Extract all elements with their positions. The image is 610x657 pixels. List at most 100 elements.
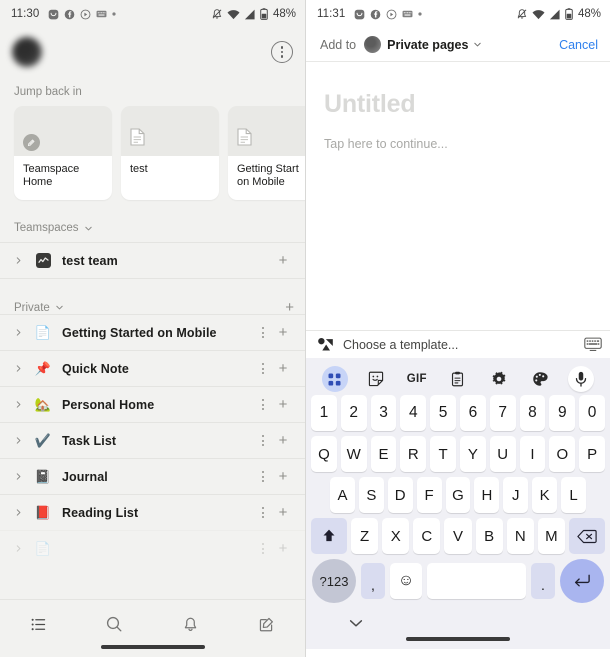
key-z[interactable]: Z [351,518,379,554]
nav-inbox[interactable] [153,609,229,639]
add-subpage-button[interactable]: + [272,541,294,556]
symbols-key[interactable]: ?123 [312,559,356,603]
key-0[interactable]: 0 [579,395,605,431]
expand-chevron-icon[interactable] [14,364,32,373]
key-6[interactable]: 6 [460,395,486,431]
expand-chevron-icon[interactable] [14,256,32,265]
account-header[interactable] [0,28,305,76]
key-9[interactable]: 9 [549,395,576,431]
key-y[interactable]: Y [460,436,486,472]
list-item[interactable]: 📌 Quick Note + [0,350,305,386]
more-vertical-icon[interactable] [271,41,293,63]
more-options-icon[interactable] [254,327,272,338]
emoji-key[interactable]: ☺ [390,563,422,599]
keyboard-icon[interactable] [583,337,602,352]
key-3[interactable]: 3 [370,395,397,431]
expand-chevron-icon[interactable] [14,544,32,553]
backspace-icon[interactable] [568,518,605,554]
cancel-button[interactable]: Cancel [559,38,598,52]
key-j[interactable]: J [503,477,529,513]
more-options-icon[interactable] [254,507,272,518]
grid-icon[interactable] [321,366,348,392]
nav-compose[interactable] [229,609,305,639]
key-p[interactable]: P [579,436,605,472]
choose-template-text[interactable]: Choose a template... [343,338,574,352]
card-test[interactable]: test [121,106,219,200]
more-options-icon[interactable] [254,543,272,554]
add-subpage-button[interactable]: + [272,325,294,340]
key-1[interactable]: 1 [311,395,337,431]
expand-chevron-icon[interactable] [14,436,32,445]
note-editor[interactable]: Untitled Tap here to continue... [306,62,610,330]
private-add-button[interactable]: + [285,300,294,315]
add-subpage-button[interactable]: + [272,397,294,412]
key-n[interactable]: N [506,518,534,554]
key-r[interactable]: R [400,436,427,472]
shift-icon[interactable] [311,518,347,554]
list-item[interactable]: 📕 Reading List + [0,494,305,530]
destination-name[interactable]: Private pages [387,38,468,52]
key-h[interactable]: H [474,477,500,513]
key-q[interactable]: Q [311,436,337,472]
add-subpage-button[interactable]: + [272,361,294,376]
key-g[interactable]: G [445,477,471,513]
space-key[interactable] [427,563,526,599]
add-subpage-button[interactable]: + [272,469,294,484]
key-e[interactable]: E [370,436,397,472]
key-8[interactable]: 8 [519,395,546,431]
private-header[interactable]: Private + [0,278,305,315]
add-subpage-button[interactable]: + [272,505,294,520]
more-options-icon[interactable] [254,435,272,446]
card-getting-started-on-mobile[interactable]: Getting Start on Mobile [228,106,305,200]
key-v[interactable]: V [444,518,472,554]
chevron-down-icon[interactable] [55,303,64,312]
add-page-button[interactable]: + [272,253,294,268]
key-m[interactable]: M [537,518,565,554]
key-4[interactable]: 4 [400,395,427,431]
more-options-icon[interactable] [254,399,272,410]
key-2[interactable]: 2 [340,395,367,431]
key-s[interactable]: S [358,477,384,513]
teamspaces-header[interactable]: Teamspaces [0,200,305,242]
chevron-down-icon[interactable] [473,40,482,49]
clipboard-icon[interactable] [445,366,471,392]
list-item-partial[interactable]: 📄 + [0,530,305,566]
key-l[interactable]: L [561,477,587,513]
mic-icon[interactable] [568,366,595,392]
nav-list[interactable] [0,609,76,639]
sticker-icon[interactable] [363,366,389,392]
key-u[interactable]: U [489,436,516,472]
key-a[interactable]: A [330,477,355,513]
expand-chevron-icon[interactable] [14,508,32,517]
list-item[interactable]: 📓 Journal + [0,458,305,494]
title-input[interactable]: Untitled [324,90,592,119]
key-t[interactable]: T [430,436,456,472]
template-suggestion-bar[interactable]: Choose a template... [306,330,610,358]
key-k[interactable]: K [532,477,558,513]
key-b[interactable]: B [475,518,503,554]
expand-chevron-icon[interactable] [14,328,32,337]
body-input[interactable]: Tap here to continue... [324,137,592,151]
chevron-down-icon[interactable] [349,615,363,633]
key-7[interactable]: 7 [489,395,516,431]
list-item[interactable]: ✔️ Task List + [0,422,305,458]
google-lens-icon[interactable] [317,337,334,352]
list-item[interactable]: 📄 Getting Started on Mobile + [0,314,305,350]
teamspace-row-test-team[interactable]: test team + [0,242,305,278]
key-w[interactable]: W [340,436,367,472]
more-options-icon[interactable] [254,363,272,374]
card-teamspace-home[interactable]: Teamspace Home [14,106,112,200]
nav-search[interactable] [76,609,152,639]
period-key[interactable]: . [531,563,555,599]
more-options-icon[interactable] [254,471,272,482]
key-5[interactable]: 5 [430,395,456,431]
expand-chevron-icon[interactable] [14,400,32,409]
gif-icon[interactable]: GIF [404,366,430,392]
add-subpage-button[interactable]: + [272,433,294,448]
list-item[interactable]: 🏡 Personal Home + [0,386,305,422]
key-f[interactable]: F [416,477,442,513]
gear-icon[interactable] [486,366,512,392]
key-c[interactable]: C [413,518,441,554]
key-x[interactable]: X [382,518,410,554]
enter-icon[interactable] [560,559,604,603]
